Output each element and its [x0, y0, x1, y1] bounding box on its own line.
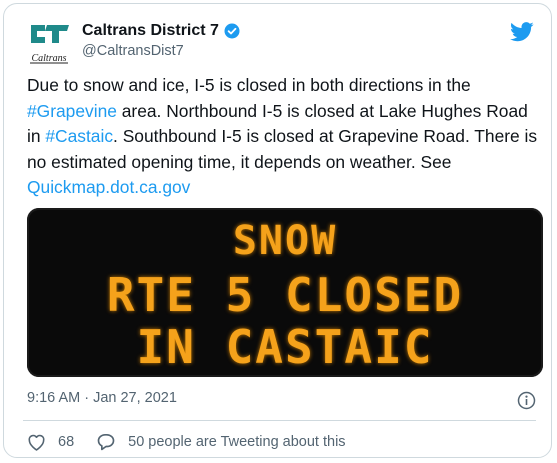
caltrans-logo-icon[interactable]: Caltrans	[26, 20, 72, 66]
divider	[23, 420, 536, 421]
like-count: 68	[58, 433, 75, 450]
hashtag-grapevine-link[interactable]: #Grapevine	[27, 101, 117, 121]
tweeting-about-link[interactable]: 50 people are Tweeting about this	[96, 432, 346, 451]
verified-badge-icon	[224, 23, 240, 39]
quickmap-link[interactable]: Quickmap.dot.ca.gov	[27, 177, 190, 197]
tweet-timestamp[interactable]: 9:16 AM · Jan 27, 2021	[27, 390, 177, 406]
author-name-text[interactable]: Caltrans District 7	[82, 22, 219, 40]
tweet-text-part: Due to snow and ice, I-5 is closed in bo…	[27, 75, 471, 95]
author-name[interactable]: Caltrans District 7	[82, 22, 240, 40]
sign-line-2: RTE 5 CLOSED	[106, 268, 464, 322]
logo-text: Caltrans	[31, 53, 66, 64]
author-handle[interactable]: @CaltransDist7	[82, 43, 184, 59]
heart-icon	[28, 434, 45, 451]
action-bar: 68 50 people are Tweeting about this	[27, 432, 368, 451]
sign-line-1: SNOW	[232, 218, 338, 264]
reply-bubble-icon	[97, 434, 115, 451]
tweet-card: Caltrans Caltrans District 7 @CaltransDi…	[3, 3, 552, 458]
twitter-bird-icon[interactable]	[510, 22, 534, 42]
info-icon[interactable]	[517, 391, 536, 410]
like-button[interactable]: 68	[27, 433, 74, 451]
sign-line-3: IN CASTAIC	[136, 320, 434, 374]
hashtag-castaic-link[interactable]: #Castaic	[45, 126, 113, 146]
tweet-text: Due to snow and ice, I-5 is closed in bo…	[27, 73, 539, 201]
tweet-media-image[interactable]: SNOW RTE 5 CLOSED IN CASTAIC	[27, 208, 543, 377]
tweeting-about-text: 50 people are Tweeting about this	[128, 433, 346, 450]
